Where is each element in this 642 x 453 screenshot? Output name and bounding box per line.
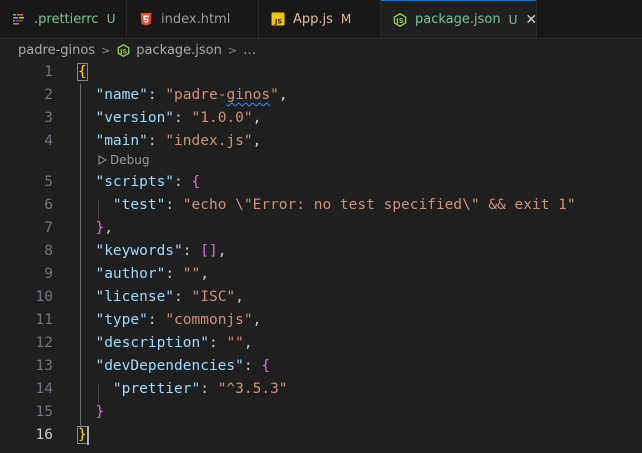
editor-tab-bar: .prettierrc U index.html JS App.js M JS … (0, 0, 642, 39)
vscode-window: .prettierrc U index.html JS App.js M JS … (0, 0, 642, 453)
prettier-icon (12, 12, 26, 26)
line-number: 13 (35, 358, 53, 374)
tab-index-html[interactable]: index.html (127, 0, 259, 38)
code-editor[interactable]: 1 { 2 "name": "padre-ginos", 3 "version"… (0, 61, 642, 453)
json-key: "scripts" (95, 174, 175, 190)
text-cursor (87, 426, 89, 445)
code-line: 3 "version": "1.0.0", (0, 107, 642, 130)
line-number: 15 (35, 404, 53, 420)
git-status-badge: U (508, 12, 518, 27)
json-key: "author" (95, 266, 166, 282)
json-key: "type" (95, 312, 148, 328)
git-status-badge: U (106, 12, 116, 26)
code-line: 15 } (0, 401, 642, 424)
code-line: 16 } (0, 424, 642, 447)
code-line: 6 "test": "echo \"Error: no test specifi… (0, 194, 642, 217)
tab-label: index.html (161, 11, 231, 27)
breadcrumb-file[interactable]: package.json (136, 43, 222, 58)
code-line: 13 "devDependencies": { (0, 355, 642, 378)
json-brace: } (95, 220, 105, 236)
play-outline-icon (98, 154, 108, 166)
code-line: 5 "scripts": { (0, 171, 642, 194)
code-line: 7 }, (0, 217, 642, 240)
line-number: 3 (44, 110, 53, 126)
code-line: 9 "author": "", (0, 263, 642, 286)
tab-prettierrc[interactable]: .prettierrc U (0, 0, 127, 38)
tab-package-json[interactable]: JS package.json U ✕ (381, 0, 537, 38)
line-number: 1 (44, 64, 53, 80)
json-string: "" (182, 266, 201, 282)
json-brace: } (77, 426, 88, 444)
code-line: 10 "license": "ISC", (0, 286, 642, 309)
svg-text:JS: JS (395, 17, 404, 25)
svg-text:JS: JS (274, 18, 282, 26)
line-number: 4 (44, 133, 53, 149)
tab-app-js[interactable]: JS App.js M (259, 0, 381, 38)
json-key: "version" (95, 110, 175, 126)
breadcrumb: padre-ginos > JS package.json > … (0, 39, 642, 61)
chevron-right-icon: > (227, 43, 238, 57)
debug-codelens[interactable]: Debug (98, 151, 149, 169)
line-number: 2 (44, 87, 53, 103)
line-number: 6 (44, 197, 53, 213)
json-bracket: ] (208, 243, 218, 259)
chevron-right-icon: > (101, 43, 111, 57)
tab-label: .prettierrc (34, 11, 99, 27)
line-number: 16 (35, 427, 53, 443)
line-number: 12 (35, 335, 53, 351)
code-line: 14 "prettier": "^3.5.3" (0, 378, 642, 401)
html5-icon (139, 12, 153, 26)
code-line: 2 "name": "padre-ginos", (0, 84, 642, 107)
json-string: "commonjs" (165, 312, 253, 328)
javascript-icon: JS (271, 12, 285, 26)
json-string: "index.js" (165, 133, 253, 149)
json-key: "main" (95, 133, 148, 149)
breadcrumb-symbols[interactable]: … (243, 43, 256, 58)
line-number: 14 (35, 381, 53, 397)
svg-text:JS: JS (119, 47, 127, 55)
code-line: 12 "description": "", (0, 332, 642, 355)
tab-label: App.js (293, 11, 333, 27)
breadcrumb-folder[interactable]: padre-ginos (18, 43, 95, 58)
json-key: "devDependencies" (95, 358, 244, 374)
json-bracket: [ (200, 243, 209, 259)
json-string: "1.0.0" (191, 110, 253, 126)
json-string: "padre- (165, 87, 227, 103)
code-line: 4 "main": "index.js", (0, 130, 642, 153)
nodejs-icon: JS (393, 12, 407, 27)
json-key: "description" (95, 335, 209, 351)
json-brace: { (77, 63, 88, 81)
code-line: 11 "type": "commonjs", (0, 309, 642, 332)
json-brace: { (191, 174, 201, 190)
json-brace: } (95, 404, 105, 420)
git-status-badge: M (340, 12, 352, 26)
json-string: "ISC" (191, 289, 236, 305)
json-string: "echo \"Error: no test specified\" && ex… (182, 197, 576, 213)
code-line: 8 "keywords": [], (0, 240, 642, 263)
json-string: "^3.5.3" (217, 381, 288, 397)
line-number: 10 (35, 289, 53, 305)
spelling-warning: ginos (226, 87, 271, 103)
codelens-label: Debug (110, 153, 150, 167)
json-key: "test" (112, 197, 166, 213)
line-number: 5 (44, 174, 53, 190)
json-brace: { (261, 358, 271, 374)
json-key: "keywords" (95, 243, 183, 259)
close-icon[interactable]: ✕ (525, 12, 537, 28)
json-key: "prettier" (112, 381, 201, 397)
line-number: 7 (44, 220, 53, 236)
json-string: "" (226, 335, 244, 351)
json-key: "license" (95, 289, 175, 305)
tab-label: package.json (415, 12, 501, 27)
nodejs-icon: JS (116, 43, 130, 57)
json-key: "name" (95, 87, 148, 103)
line-number: 11 (35, 312, 53, 328)
code-line: 1 { (0, 61, 642, 84)
line-number: 9 (44, 266, 53, 282)
line-number: 8 (44, 243, 53, 259)
